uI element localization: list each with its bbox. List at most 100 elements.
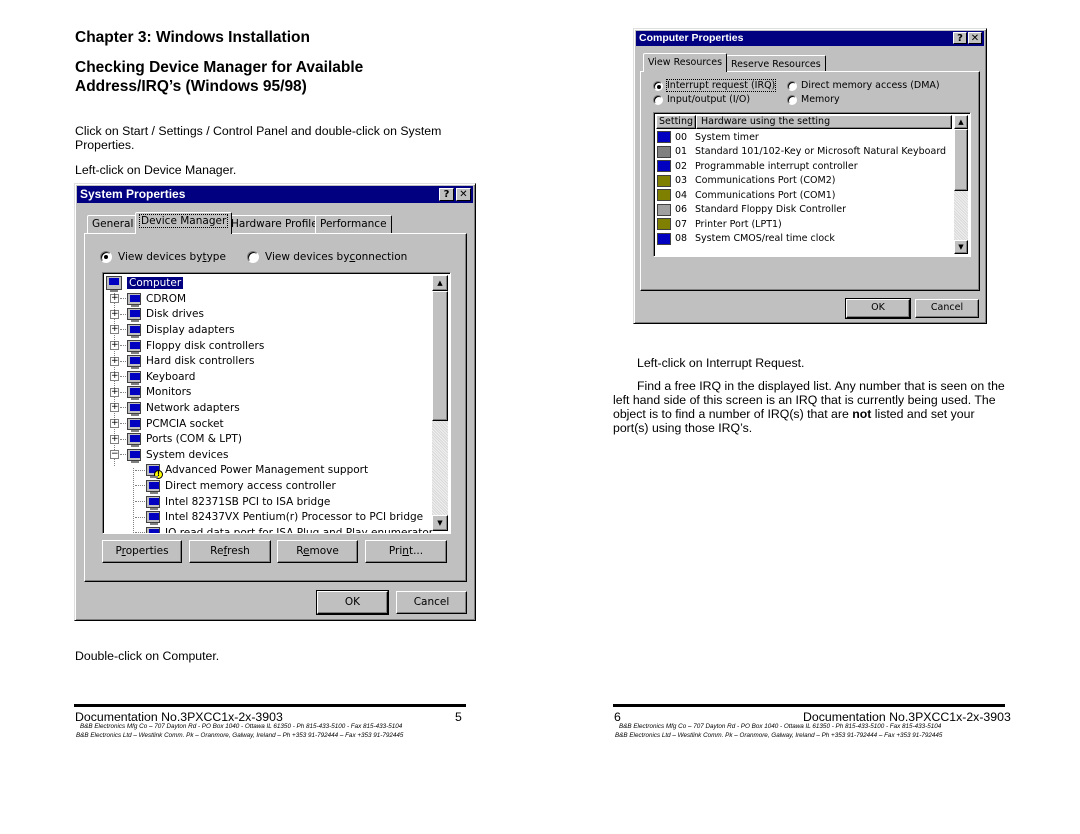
scroll-down-button[interactable]: ▼ xyxy=(432,515,448,531)
tree-item[interactable]: + Display adapters xyxy=(110,322,235,338)
expand-icon[interactable]: + xyxy=(110,387,119,397)
scroll-thumb[interactable] xyxy=(954,129,968,191)
tree-child-item[interactable]: Direct memory access controller xyxy=(134,478,336,494)
tree-item[interactable]: + Monitors xyxy=(110,385,191,401)
tree-child-item[interactable]: ! Advanced Power Management support xyxy=(134,463,368,480)
tab-general[interactable]: General xyxy=(87,215,139,234)
tab-reserve-resources[interactable]: Reserve Resources xyxy=(726,55,826,72)
irq-row[interactable]: 08 System CMOS/real time clock xyxy=(657,232,835,247)
ok-button[interactable]: OK xyxy=(845,298,911,319)
tree-item[interactable]: + Keyboard xyxy=(110,369,195,385)
tree-item[interactable]: + Floppy disk controllers xyxy=(110,338,264,354)
tab-view-resources[interactable]: View Resources xyxy=(643,53,728,72)
irq-row[interactable]: 04 Communications Port (COM1) xyxy=(657,188,835,203)
radio-dot xyxy=(787,94,797,105)
port-icon xyxy=(657,189,671,202)
device-tree[interactable]: Computer + CDROM + Disk drives + Display adap… xyxy=(102,272,451,534)
remove-button[interactable]: Remove xyxy=(277,540,358,563)
tree-label: CDROM xyxy=(146,292,187,305)
tree-item[interactable]: + Disk drives xyxy=(110,307,204,323)
collapse-icon[interactable]: − xyxy=(110,450,119,460)
expand-icon[interactable]: + xyxy=(110,341,119,351)
tab-hardware-profiles[interactable]: Hardware Profiles xyxy=(226,215,329,234)
system-device-icon xyxy=(657,232,671,245)
irq-row[interactable]: 01 Standard 101/102-Key or Microsoft Natu… xyxy=(657,145,946,160)
irq-setting-cell: 02 xyxy=(657,160,695,173)
cancel-button[interactable]: Cancel xyxy=(396,591,467,614)
expand-icon[interactable]: + xyxy=(110,294,119,304)
tree-connector xyxy=(120,313,126,315)
tree-connector xyxy=(135,532,145,533)
scroll-up-button[interactable]: ▲ xyxy=(954,115,968,129)
tree-connector xyxy=(135,485,145,487)
properties-button[interactable]: Properties xyxy=(102,540,182,563)
keyboard-icon xyxy=(127,370,141,385)
radio-dma[interactable]: Direct memory access (DMA) xyxy=(787,80,940,91)
scroll-thumb[interactable] xyxy=(432,291,448,421)
expand-icon[interactable]: + xyxy=(110,325,119,335)
scroll-up-button[interactable]: ▲ xyxy=(432,275,448,291)
tree-item[interactable]: + Hard disk controllers xyxy=(110,353,255,370)
expand-icon[interactable]: + xyxy=(110,372,119,382)
irq-row[interactable]: 06 Standard Floppy Disk Controller xyxy=(657,203,846,218)
irq-row[interactable]: 00 System timer xyxy=(657,130,759,145)
irq-row[interactable]: 02 Programmable interrupt controller xyxy=(657,159,858,174)
irq-hardware-cell: Printer Port (LPT1) xyxy=(695,218,782,230)
irq-list[interactable]: Setting Hardware using the setting 00 Sys… xyxy=(653,112,971,257)
tree-label: Intel 82371SB PCI to ISA bridge xyxy=(165,495,331,508)
close-button[interactable]: ✕ xyxy=(456,188,471,201)
help-button[interactable]: ? xyxy=(953,32,967,44)
radio-view-by-connection[interactable]: View devices by c onnection xyxy=(247,251,407,263)
tree-child-item[interactable]: Intel 82437VX Pentium(r) Processor to PC… xyxy=(134,509,423,526)
irq-explanation-paragraph: Find a free IRQ in the displayed list. A… xyxy=(613,379,1008,435)
tree-item[interactable]: + PCMCIA socket xyxy=(110,416,224,432)
port-icon xyxy=(657,218,671,231)
expand-icon[interactable]: + xyxy=(110,419,119,429)
computer-icon xyxy=(106,275,122,292)
system-device-icon xyxy=(146,479,160,494)
tree-child-item[interactable]: Intel 82371SB PCI to ISA bridge xyxy=(134,494,330,510)
accel-key: n xyxy=(402,545,409,557)
tab-device-manager[interactable]: Device Manager xyxy=(135,212,233,234)
refresh-button[interactable]: Refresh xyxy=(189,540,271,563)
tree-item[interactable]: + Ports (COM & LPT) xyxy=(110,431,242,448)
print-button[interactable]: Print... xyxy=(365,540,447,563)
radio-label: View devices by xyxy=(118,251,203,263)
close-button[interactable]: ✕ xyxy=(968,32,982,44)
tab-performance[interactable]: Performance xyxy=(315,215,392,234)
tree-item-computer[interactable]: Computer xyxy=(106,275,184,292)
radio-irq[interactable]: Interrupt request (IRQ) xyxy=(653,79,777,92)
help-button[interactable]: ? xyxy=(439,188,454,201)
expand-icon[interactable]: + xyxy=(110,434,119,444)
irq-row[interactable]: 03 Communications Port (COM2) xyxy=(657,174,835,189)
column-hardware[interactable]: Hardware using the setting xyxy=(696,115,952,129)
irq-hardware-cell: System timer xyxy=(695,131,759,143)
expand-icon[interactable]: + xyxy=(110,403,119,413)
tree-item[interactable]: + Network adapters xyxy=(110,400,240,416)
scroll-down-button[interactable]: ▼ xyxy=(954,240,968,254)
tree-item[interactable]: − System devices xyxy=(110,447,228,463)
tree-label: Ports (COM & LPT) xyxy=(146,433,242,446)
tree-scrollbar[interactable]: ▲ ▼ xyxy=(432,275,448,531)
pcmcia-icon xyxy=(127,417,141,432)
radio-io[interactable]: Input/output (I/O) xyxy=(653,94,750,105)
floppy-controller-icon xyxy=(657,203,671,216)
column-setting[interactable]: Setting xyxy=(656,115,696,129)
expand-icon[interactable]: + xyxy=(110,356,119,366)
radio-view-by-type[interactable]: View devices by t ype xyxy=(100,251,226,263)
tree-label: Hard disk controllers xyxy=(146,355,255,368)
irq-scrollbar[interactable]: ▲ ▼ xyxy=(954,115,968,254)
expand-icon[interactable]: + xyxy=(110,309,119,319)
ok-button[interactable]: OK xyxy=(316,590,389,615)
irq-hardware-cell: Standard 101/102-Key or Microsoft Natura… xyxy=(695,146,947,158)
tree-connector xyxy=(120,391,126,393)
btn-text: operties xyxy=(125,545,169,557)
tree-child-item[interactable]: IO read data port for ISA Plug and Play … xyxy=(134,525,433,533)
radio-memory[interactable]: Memory xyxy=(787,94,840,105)
footer-address-us: B&B Electronics Mfg Co – 707 Dayton Rd -… xyxy=(619,723,942,730)
tree-item[interactable]: + CDROM xyxy=(110,291,186,307)
network-adapter-icon xyxy=(127,401,141,416)
cancel-button[interactable]: Cancel xyxy=(915,299,979,318)
irq-row[interactable]: 07 Printer Port (LPT1) xyxy=(657,217,782,232)
instruction-device-manager: Left-click on Device Manager. xyxy=(75,163,237,177)
